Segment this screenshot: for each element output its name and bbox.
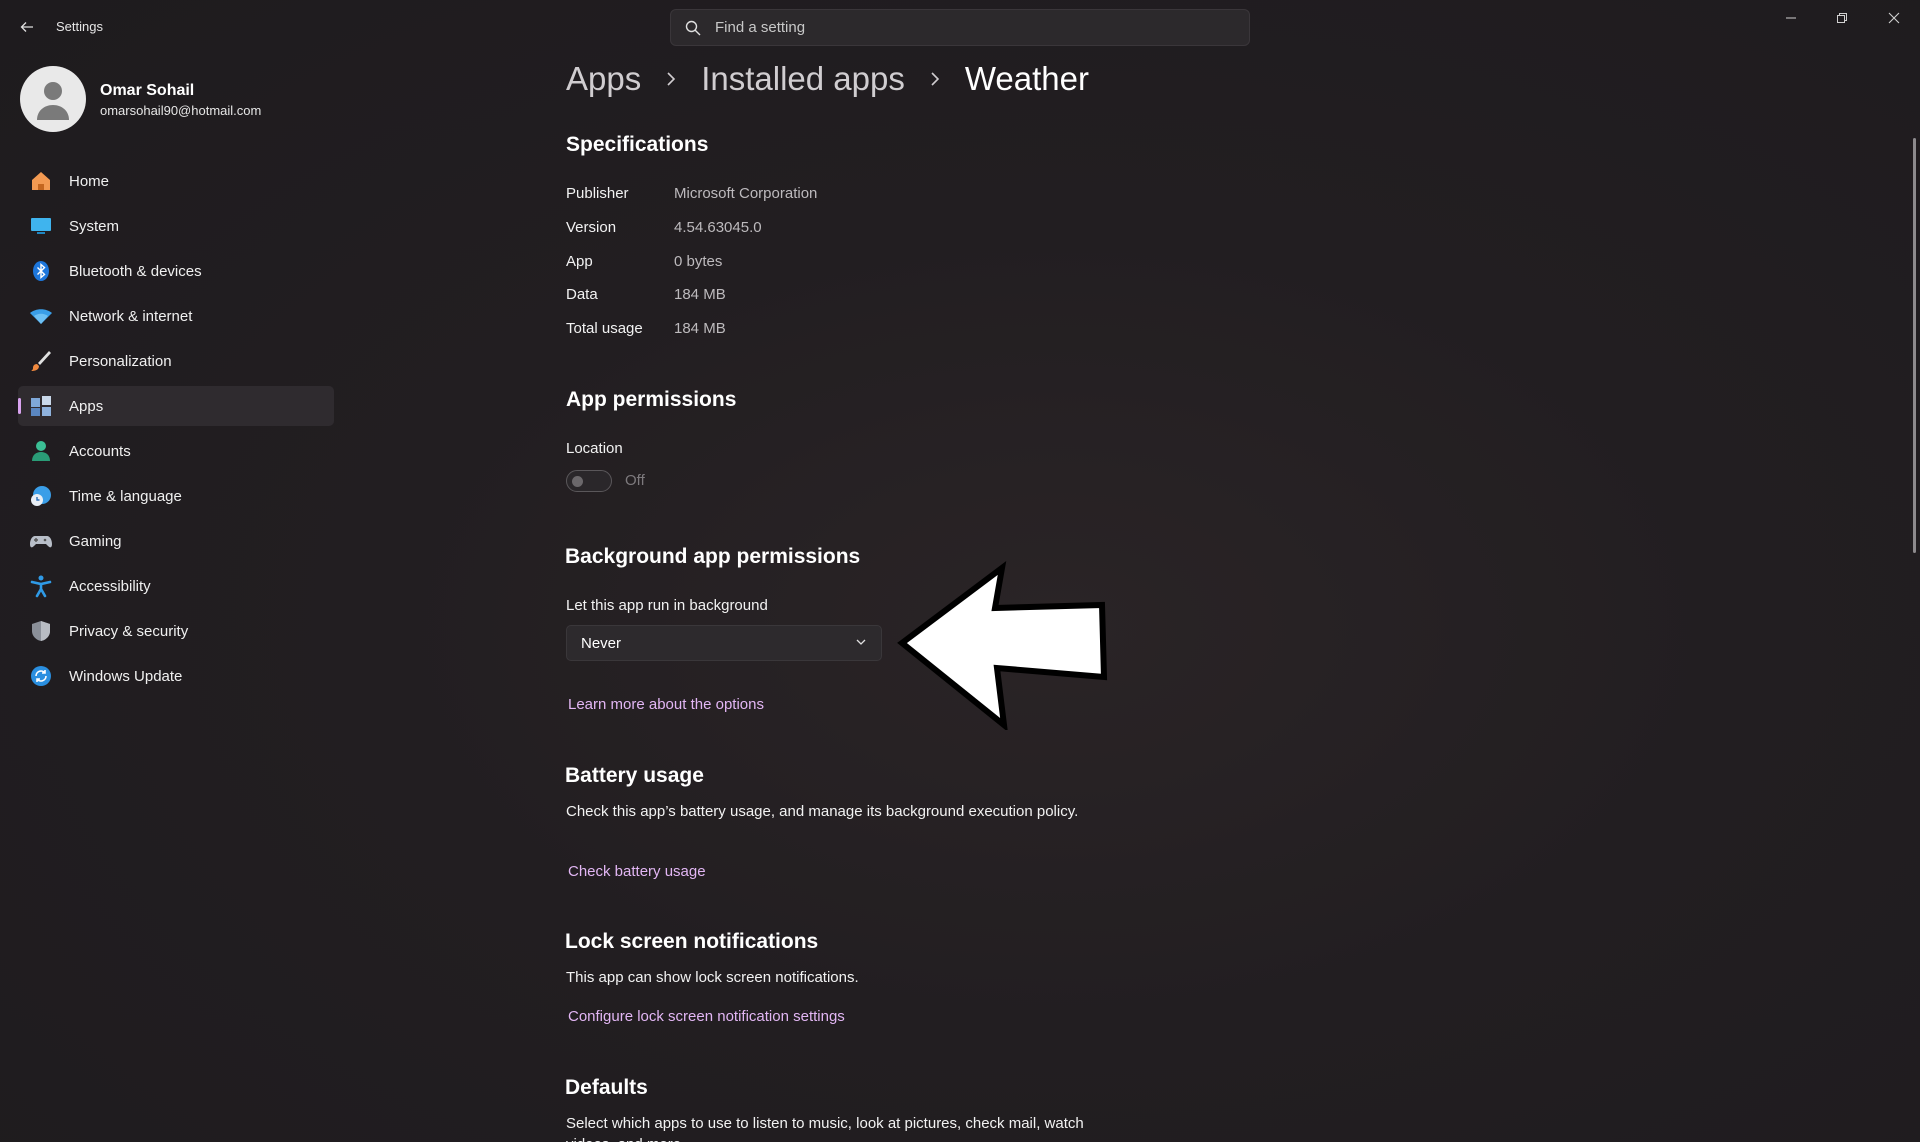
chevron-right-icon <box>665 72 677 86</box>
sidebar-item-windows-update[interactable]: Windows Update <box>18 656 334 696</box>
sidebar-item-time-language[interactable]: Time & language <box>18 476 334 516</box>
spec-value: 0 bytes <box>674 253 723 270</box>
sidebar-item-personalization[interactable]: Personalization <box>18 341 334 381</box>
sidebar-item-label: Gaming <box>69 532 122 550</box>
restore-button[interactable] <box>1817 0 1867 36</box>
breadcrumb-apps[interactable]: Apps <box>566 60 641 98</box>
spec-label: Version <box>566 219 617 236</box>
user-profile[interactable]: Omar Sohail omarsohail90@hotmail.com <box>20 66 340 132</box>
sidebar-item-label: System <box>69 217 120 235</box>
avatar <box>20 66 86 132</box>
wifi-icon <box>29 304 53 328</box>
title-bar: Settings <box>0 0 1920 54</box>
controller-icon <box>29 529 53 553</box>
sidebar-item-system[interactable]: System <box>18 206 334 246</box>
close-icon <box>1888 12 1900 24</box>
profile-email: omarsohail90@hotmail.com <box>100 103 262 118</box>
defaults-heading: Defaults <box>565 1076 648 1099</box>
sidebar-item-apps[interactable]: Apps <box>18 386 334 426</box>
breadcrumb-current: Weather <box>964 60 1089 97</box>
search-box[interactable] <box>670 9 1250 46</box>
sidebar-item-gaming[interactable]: Gaming <box>18 521 334 561</box>
apps-icon <box>29 394 53 418</box>
search-icon <box>685 20 701 35</box>
update-icon <box>29 664 53 688</box>
sidebar-item-label: Time & language <box>69 487 182 505</box>
shield-icon <box>29 619 53 643</box>
breadcrumb-installed-apps[interactable]: Installed apps <box>701 60 905 98</box>
sidebar-item-label: Accounts <box>69 442 131 460</box>
spec-value: Microsoft Corporation <box>674 185 818 202</box>
spec-value: 184 MB <box>674 286 726 303</box>
spec-label: Data <box>566 286 598 303</box>
sidebar-item-home[interactable]: Home <box>18 161 334 201</box>
learn-more-link[interactable]: Learn more about the options <box>568 696 764 713</box>
sidebar-item-accounts[interactable]: Accounts <box>18 431 334 471</box>
settings-window: Settings Omar Soh <box>0 0 1920 1142</box>
sidebar-item-label: Windows Update <box>69 667 183 685</box>
spec-value: 184 MB <box>674 320 726 337</box>
background-run-dropdown[interactable]: Never <box>566 625 882 661</box>
sidebar-item-label: Personalization <box>69 352 172 370</box>
profile-name: Omar Sohail <box>100 82 195 99</box>
spec-value: 4.54.63045.0 <box>674 219 762 236</box>
background-permissions-heading: Background app permissions <box>565 545 861 568</box>
minimize-button[interactable] <box>1766 0 1816 36</box>
app-permissions-heading: App permissions <box>566 388 737 411</box>
sidebar-nav: Home System Bluetooth & devices Network … <box>18 161 334 701</box>
back-button[interactable] <box>14 14 40 40</box>
sidebar-item-bluetooth[interactable]: Bluetooth & devices <box>18 251 334 291</box>
system-icon <box>29 214 53 238</box>
accounts-icon <box>29 439 53 463</box>
brush-icon <box>29 349 53 373</box>
sidebar-item-accessibility[interactable]: Accessibility <box>18 566 334 606</box>
sidebar-item-label: Home <box>69 172 110 190</box>
battery-usage-description: Check this app’s battery usage, and mana… <box>566 803 1079 820</box>
back-arrow-icon <box>20 22 33 32</box>
battery-usage-heading: Battery usage <box>565 764 704 787</box>
check-battery-usage-link[interactable]: Check battery usage <box>568 863 706 880</box>
background-run-label: Let this app run in background <box>566 597 768 614</box>
sidebar-item-privacy[interactable]: Privacy & security <box>18 611 334 651</box>
bluetooth-icon <box>29 259 53 283</box>
defaults-description: Select which apps to use to listen to mu… <box>566 1115 1084 1142</box>
accessibility-icon <box>29 574 53 598</box>
lock-screen-heading: Lock screen notifications <box>565 930 819 953</box>
spec-label: Publisher <box>566 185 629 202</box>
location-label: Location <box>566 440 623 457</box>
specifications-heading: Specifications <box>566 133 709 156</box>
location-toggle[interactable] <box>566 470 612 492</box>
chevron-down-icon <box>856 639 866 645</box>
sidebar-item-label: Privacy & security <box>69 622 189 640</box>
lock-screen-description: This app can show lock screen notificati… <box>566 969 859 986</box>
sidebar-item-label: Network & internet <box>69 307 193 325</box>
sidebar-item-label: Apps <box>69 397 104 415</box>
restore-icon <box>1837 13 1847 23</box>
sidebar-item-network[interactable]: Network & internet <box>18 296 334 336</box>
close-button[interactable] <box>1869 0 1919 36</box>
spec-label: Total usage <box>566 320 643 337</box>
spec-label: App <box>566 253 593 270</box>
dropdown-selected-value: Never <box>581 635 622 652</box>
home-icon <box>29 169 53 193</box>
sidebar-item-label: Bluetooth & devices <box>69 262 202 280</box>
app-title: Settings <box>56 19 103 34</box>
clock-globe-icon <box>29 484 53 508</box>
toggle-knob <box>572 476 583 487</box>
search-input[interactable] <box>715 19 1215 36</box>
breadcrumb: Apps Installed apps Weather <box>566 60 1089 98</box>
annotation-arrow-icon <box>897 561 1108 730</box>
sidebar-item-label: Accessibility <box>69 577 151 595</box>
chevron-right-icon <box>929 72 941 86</box>
minimize-icon <box>1786 17 1796 19</box>
configure-lock-screen-link[interactable]: Configure lock screen notification setti… <box>568 1008 845 1025</box>
location-toggle-state: Off <box>625 472 645 489</box>
scrollbar[interactable] <box>1913 138 1916 553</box>
person-icon <box>37 82 69 120</box>
